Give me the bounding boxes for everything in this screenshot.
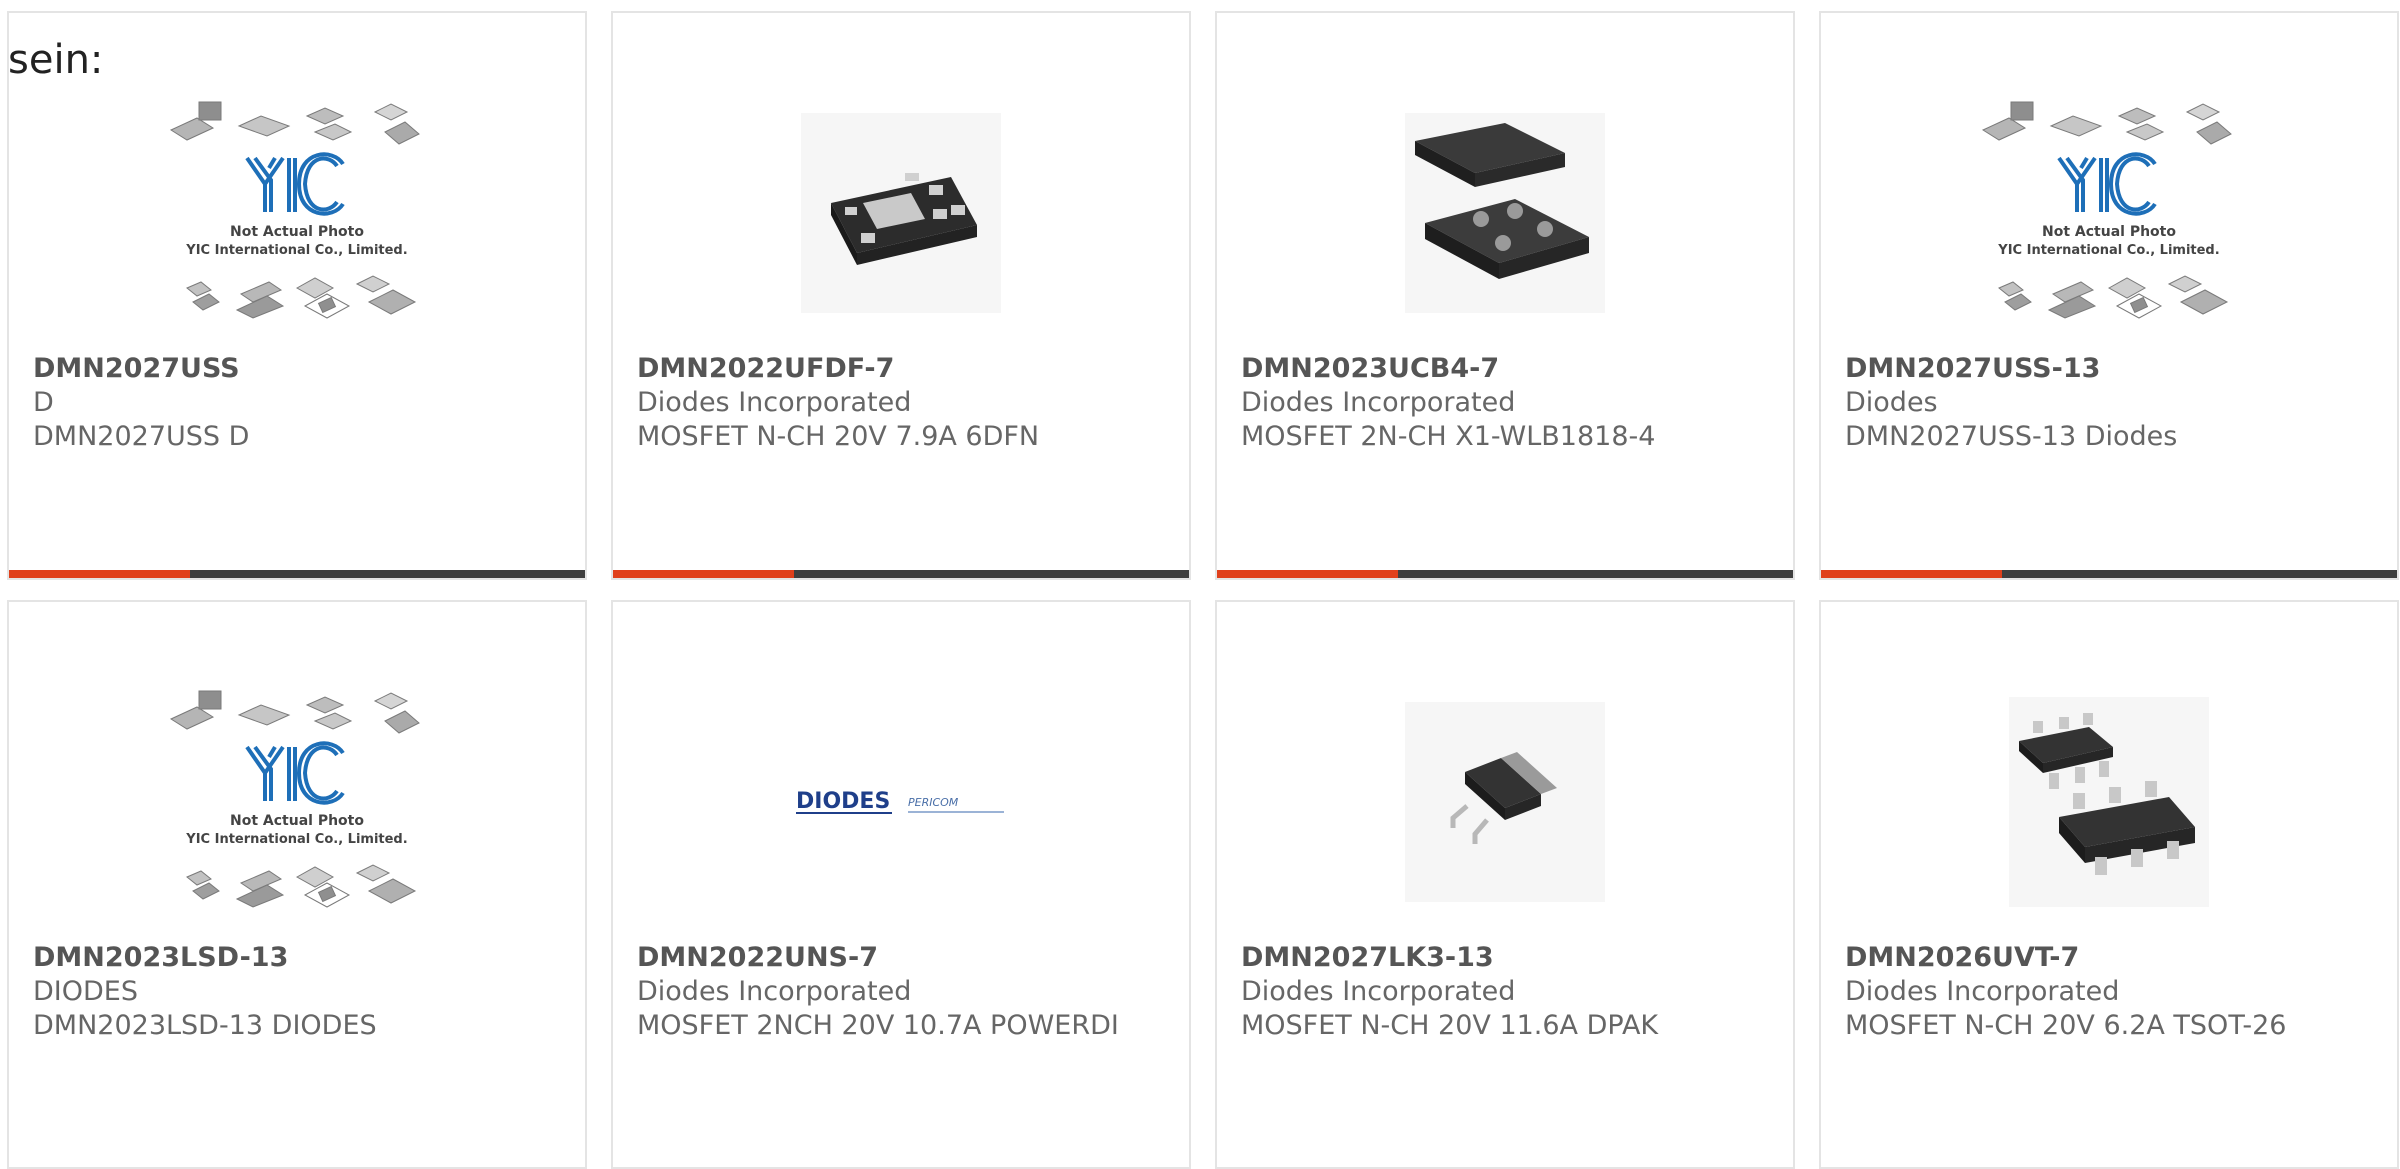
card-bar-accent (9, 570, 191, 578)
product-info: DMN2023UCB4-7 Diodes Incorporated MOSFET… (1241, 352, 1777, 454)
product-description: DMN2023LSD-13 DIODES (33, 1010, 377, 1041)
wlb-chip-photo (1405, 113, 1605, 313)
part-number-link[interactable]: DMN2027USS-13 (1845, 352, 2381, 386)
card-bar-accent (613, 570, 795, 578)
product-description: MOSFET 2N-CH X1-WLB1818-4 (1241, 421, 1656, 452)
tsot-package-photo (2009, 697, 2209, 907)
part-number-link[interactable]: DMN2023UCB4-7 (1241, 352, 1777, 386)
part-number-link[interactable]: DMN2022UNS-7 (637, 941, 1173, 975)
product-image[interactable]: Not Actual Photo YIC International Co., … (9, 662, 585, 942)
page-fragment-label: sein: (8, 37, 104, 83)
card-progress-bar (1217, 570, 1793, 578)
part-number-link[interactable]: DMN2027LK3-13 (1241, 941, 1777, 975)
manufacturer: DIODES (33, 976, 138, 1007)
manufacturer: Diodes Incorporated (637, 976, 912, 1007)
product-card[interactable]: Not Actual Photo YIC International Co., … (7, 11, 587, 580)
manufacturer: Diodes Incorporated (1241, 976, 1516, 1007)
not-actual-photo-placeholder: Not Actual Photo YIC International Co., … (169, 690, 420, 908)
product-description: MOSFET 2NCH 20V 10.7A POWERDI (637, 1010, 1119, 1041)
manufacturer: Diodes Incorporated (637, 387, 912, 418)
product-image[interactable] (1217, 662, 1793, 942)
svg-text:YIC International Co., Limited: YIC International Co., Limited. (185, 243, 407, 258)
product-description: MOSFET N-CH 20V 7.9A 6DFN (637, 421, 1040, 452)
dpak-package-photo (1405, 702, 1605, 902)
svg-text:Not Actual Photo: Not Actual Photo (230, 224, 364, 240)
yic-logo (2057, 152, 2157, 216)
product-info: DMN2027USS D DMN2027USS D (33, 352, 569, 454)
product-info: DMN2022UNS-7 Diodes Incorporated MOSFET … (637, 941, 1173, 1043)
product-image[interactable]: Not Actual Photo YIC International Co., … (9, 73, 585, 353)
card-progress-bar (9, 570, 585, 578)
product-card[interactable]: DMN2023UCB4-7 Diodes Incorporated MOSFET… (1215, 11, 1795, 580)
product-info: DMN2022UFDF-7 Diodes Incorporated MOSFET… (637, 352, 1173, 454)
product-grid: Not Actual Photo YIC International Co., … (7, 11, 2399, 1169)
product-description: MOSFET N-CH 20V 11.6A DPAK (1241, 1010, 1659, 1041)
product-card[interactable]: DMN2022UFDF-7 Diodes Incorporated MOSFET… (611, 11, 1191, 580)
card-progress-bar (613, 570, 1189, 578)
product-info: DMN2027LK3-13 Diodes Incorporated MOSFET… (1241, 941, 1777, 1043)
dfn-package-photo (801, 113, 1001, 313)
manufacturer: Diodes Incorporated (1241, 387, 1516, 418)
product-card[interactable]: DMN2026UVT-7 Diodes Incorporated MOSFET … (1819, 600, 2399, 1169)
product-image[interactable]: Not Actual Photo YIC International Co., … (1821, 73, 2397, 353)
svg-text:PERICOM: PERICOM (908, 796, 959, 809)
manufacturer: Diodes (1845, 387, 1938, 418)
product-card[interactable]: DMN2027LK3-13 Diodes Incorporated MOSFET… (1215, 600, 1795, 1169)
part-number-link[interactable]: DMN2027USS (33, 352, 569, 386)
diodes-pericom-logo: DIODES PERICOM (796, 789, 1004, 814)
not-actual-photo-placeholder: Not Actual Photo YIC International Co., … (169, 101, 420, 319)
manufacturer: D (33, 387, 54, 418)
manufacturer: Diodes Incorporated (1845, 976, 2120, 1007)
product-description: MOSFET N-CH 20V 6.2A TSOT-26 (1845, 1010, 2287, 1041)
svg-text:YIC International Co., Limited: YIC International Co., Limited. (1997, 243, 2219, 258)
product-card[interactable]: Not Actual Photo YIC International Co., … (7, 600, 587, 1169)
product-card[interactable]: DIODES PERICOM DMN2022UNS-7 Diodes Incor… (611, 600, 1191, 1169)
yic-logo (245, 152, 345, 216)
part-number-link[interactable]: DMN2023LSD-13 (33, 941, 569, 975)
card-bar-accent (1217, 570, 1399, 578)
product-info: DMN2026UVT-7 Diodes Incorporated MOSFET … (1845, 941, 2381, 1043)
svg-text:Not Actual Photo: Not Actual Photo (2042, 224, 2176, 240)
product-info: DMN2023LSD-13 DIODES DMN2023LSD-13 DIODE… (33, 941, 569, 1043)
svg-text:DIODES: DIODES (796, 789, 890, 814)
card-bar-accent (1821, 570, 2003, 578)
part-number-link[interactable]: DMN2026UVT-7 (1845, 941, 2381, 975)
svg-text:Not Actual Photo: Not Actual Photo (230, 813, 364, 829)
product-image[interactable] (1821, 662, 2397, 942)
part-number-link[interactable]: DMN2022UFDF-7 (637, 352, 1173, 386)
product-image[interactable] (613, 73, 1189, 353)
yic-logo (245, 741, 345, 805)
svg-text:YIC International Co., Limited: YIC International Co., Limited. (185, 832, 407, 847)
product-info: DMN2027USS-13 Diodes DMN2027USS-13 Diode… (1845, 352, 2381, 454)
product-card[interactable]: Not Actual Photo YIC International Co., … (1819, 11, 2399, 580)
product-image[interactable] (1217, 73, 1793, 353)
product-description: DMN2027USS-13 Diodes (1845, 421, 2178, 452)
product-image[interactable]: DIODES PERICOM (613, 662, 1189, 942)
card-progress-bar (1821, 570, 2397, 578)
product-description: DMN2027USS D (33, 421, 250, 452)
not-actual-photo-placeholder: Not Actual Photo YIC International Co., … (1981, 101, 2232, 319)
